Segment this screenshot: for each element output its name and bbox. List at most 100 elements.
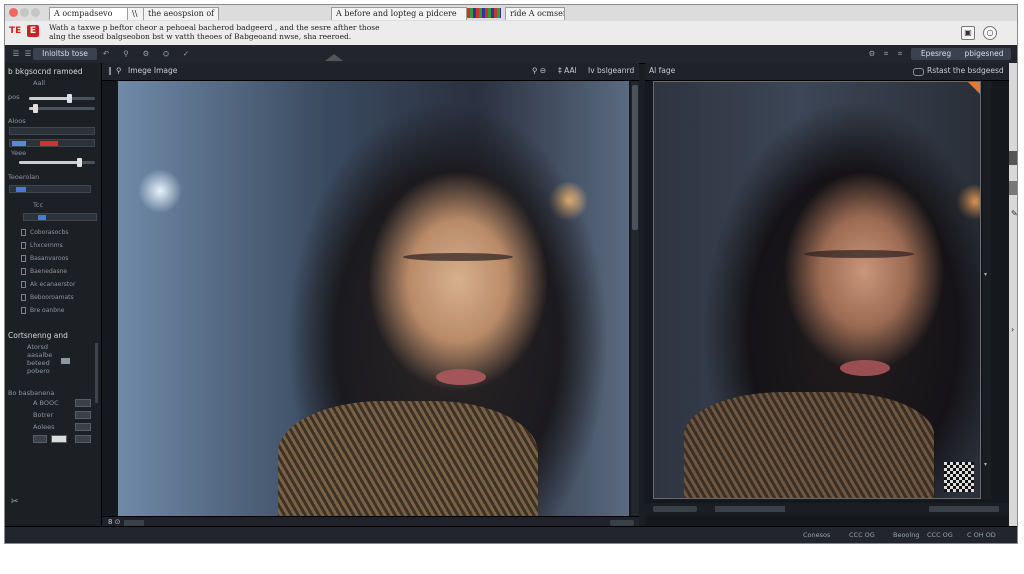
result-lips-shape [840, 360, 890, 376]
tools-button[interactable]: Inloltsb tose [33, 48, 97, 60]
app-toolbar: ☰ ☰ Inloltsb tose ↶ ⚲ ⚙ ⛭ ✓ ⚙ ⌗ ⌗ Epesre… [5, 45, 1017, 64]
info-text: Wath a taxwe p beftor cheor a pehoeal ba… [49, 23, 409, 41]
chevron-up-icon [325, 54, 343, 61]
settings-icon[interactable]: ⚙ [141, 48, 151, 60]
tab-3[interactable]: the aeospsion of [143, 7, 219, 20]
corner-marker-icon [968, 82, 980, 94]
export-button[interactable]: Epesreg [911, 48, 961, 60]
left-vscroll[interactable] [631, 81, 639, 517]
section-teoerolan: Teoerolan [8, 173, 40, 181]
mini-button-c[interactable] [75, 435, 91, 443]
thumb-icon[interactable] [1009, 151, 1017, 165]
toggle-3[interactable] [75, 423, 91, 431]
fit-icon[interactable]: 8 ⊙ [108, 518, 121, 526]
label-pos: pos [8, 93, 20, 101]
minimize-window-dot[interactable] [20, 8, 29, 17]
section-cortsnenng: Cortsnenng and [8, 331, 68, 340]
right-pane-ratio[interactable]: ‡ AAl [558, 66, 577, 75]
left-pane-zoom-icons[interactable]: ⚲ ⊖ [532, 66, 546, 75]
checkbox-3[interactable] [21, 255, 26, 262]
dropdown-1[interactable] [23, 213, 97, 221]
slider-3[interactable] [19, 158, 95, 167]
thumb-icon-2[interactable] [1009, 181, 1017, 195]
checkbox-7[interactable] [21, 307, 26, 314]
right-pane-scrollrow [645, 503, 1009, 515]
tab-5[interactable]: ride A ocmsen [505, 7, 565, 20]
label-pobero: pobero [27, 367, 50, 375]
undo-icon[interactable]: ↶ [101, 48, 111, 60]
save-icon[interactable]: ▣ [961, 26, 975, 40]
panel-scrollbar[interactable] [95, 343, 98, 403]
right-hscroll[interactable] [653, 506, 697, 512]
mini-button-a[interactable] [33, 435, 47, 443]
btn-label-1: A BOOC [33, 399, 59, 407]
lips-shape [436, 369, 486, 385]
grid-alt-icon[interactable]: ⌗ [895, 48, 905, 60]
result-photo[interactable] [653, 81, 981, 499]
menu-icon[interactable]: ☰ [11, 48, 21, 60]
checkbox-5[interactable] [21, 281, 26, 288]
app-window: A ocmpadsevo \\ the aeospsion of A befor… [4, 4, 1018, 544]
btn-label-3: Aolees [33, 423, 55, 431]
btn-label-2: Botrer [33, 411, 54, 419]
label-atorsd: Atorsd [27, 343, 49, 351]
pane-handle-icon[interactable]: ‖ [108, 66, 112, 75]
checkbox-4[interactable] [21, 268, 26, 275]
toggle-2[interactable] [75, 411, 91, 419]
tab-bar: A ocmpadsevo \\ the aeospsion of A befor… [5, 5, 1017, 22]
slider-1[interactable] [29, 94, 95, 103]
status-item-1: Conesos [803, 531, 831, 539]
label-tcc: Tcc [33, 201, 44, 209]
checkbox-1[interactable] [21, 229, 26, 236]
scroll-down-icon[interactable]: ▾ [984, 461, 987, 468]
check-icon[interactable]: ✓ [181, 48, 191, 60]
label-aasalbe: aasalbe [27, 351, 53, 359]
field-2[interactable] [9, 139, 95, 147]
right-pane-title: Al fage [649, 66, 676, 75]
tab-1[interactable]: A ocmpadsevo [49, 7, 129, 20]
left-pane-header: ‖ ⚲ Imege Image ⚲ ⊖ ‡ AAl Iv bslgeanrd [102, 63, 639, 81]
brand-icon: E [27, 25, 39, 37]
right-vscroll[interactable]: ▾ ▾ [983, 81, 991, 499]
slider-2[interactable] [29, 104, 95, 113]
help-icon[interactable]: ○ [983, 26, 997, 40]
layers-icon[interactable]: ☰ [23, 48, 33, 60]
right-zoom-bar[interactable] [715, 506, 785, 512]
field-1[interactable] [9, 127, 95, 135]
result-sweater-shape [684, 392, 934, 498]
section-all: Aall [33, 79, 46, 87]
tab-4[interactable]: A before and lopteg a pidcere [331, 7, 467, 20]
scroll-marker-icon: ▾ [984, 271, 988, 278]
original-photo[interactable] [118, 81, 629, 517]
right-zoom-bar-2[interactable] [929, 506, 999, 512]
background-button[interactable]: pbigesned [957, 48, 1011, 60]
section-aloos: Aloos [8, 117, 26, 125]
label-beteed: beteed [27, 359, 50, 367]
eyes-shape [403, 253, 513, 261]
toggle-1[interactable] [75, 399, 91, 407]
settings-right-icon[interactable]: ⚙ [867, 48, 877, 60]
scissors-icon[interactable]: ✂ [11, 497, 19, 507]
maximize-window-dot[interactable] [31, 8, 40, 17]
mini-button-b[interactable] [51, 435, 67, 443]
panel-title: b bkgsocnd ramoed [8, 67, 83, 76]
close-window-dot[interactable] [9, 8, 18, 17]
expand-icon[interactable]: › [1011, 325, 1014, 334]
right-pane-mode[interactable]: Iv bslgeanrd [588, 66, 634, 75]
result-eyes-shape [804, 250, 914, 258]
zoom-pane-icon[interactable]: ⚲ [116, 66, 122, 75]
grid-icon[interactable]: ⌗ [881, 48, 891, 60]
right-pane-header: Al fage Rstast the bsdgeesd [645, 63, 1009, 81]
color-swatch[interactable] [12, 141, 26, 146]
section-yeee: Yeee [11, 149, 27, 157]
checkbox-2[interactable] [21, 242, 26, 249]
pen-icon[interactable]: ✎ [1011, 209, 1017, 218]
section-basbanena: Bo basbanena [8, 389, 55, 397]
field-3[interactable] [9, 185, 91, 193]
checkbox-6[interactable] [21, 294, 26, 301]
zoom-icon[interactable]: ⚲ [121, 48, 131, 60]
red-swatch[interactable] [40, 141, 58, 146]
gear-icon[interactable]: ⛭ [161, 48, 171, 60]
toggle-icon[interactable] [913, 68, 924, 76]
restore-background-button[interactable]: Rstast the bsdgeesd [927, 66, 1004, 75]
